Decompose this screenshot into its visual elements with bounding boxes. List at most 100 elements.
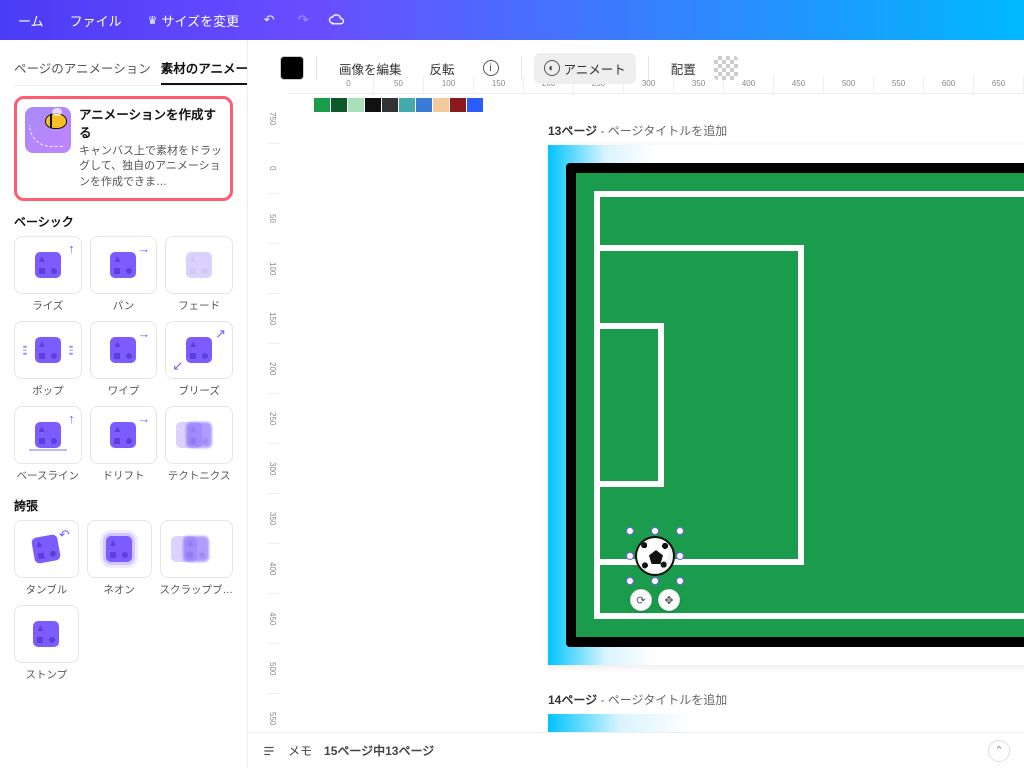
animation-ストンプ[interactable]: ストンプ xyxy=(14,605,79,682)
chevron-up-icon[interactable]: ⌃ xyxy=(988,740,1010,762)
move-button[interactable]: ✥ xyxy=(658,589,680,611)
resize-handle[interactable] xyxy=(676,552,684,560)
notes-icon xyxy=(262,744,276,758)
ruler-tick: 750 xyxy=(268,94,280,144)
menu-resize[interactable]: ♛ サイズを変更 xyxy=(138,5,250,36)
page-13-title: ページタイトルを追加 xyxy=(608,124,728,138)
animation-ライズ[interactable]: ↑ライズ xyxy=(14,236,82,313)
soccer-field[interactable]: ⟳ ✥ xyxy=(566,163,1024,647)
ruler-tick: 450 xyxy=(774,76,824,93)
pages-scroll[interactable]: 13ページ - ページタイトルを追加 xyxy=(292,96,1024,732)
callout-thumbnail xyxy=(25,107,71,153)
callout-title: アニメーションを作成する xyxy=(79,107,222,142)
animation-ポップ[interactable]: ポップ xyxy=(14,321,82,398)
animation-パン[interactable]: →パン xyxy=(90,236,158,313)
animation-label: ストンプ xyxy=(14,667,79,682)
menu-file[interactable]: ファイル xyxy=(60,5,132,36)
soccer-ball-selected[interactable]: ⟳ ✥ xyxy=(630,531,680,581)
exaggerate-animations-grid: ↶タンブルネオンスクラップブ… ストンプ xyxy=(14,520,233,682)
resize-handle[interactable] xyxy=(626,527,634,535)
animation-label: スクラップブ… xyxy=(160,582,234,597)
animation-ネオン[interactable]: ネオン xyxy=(87,520,152,597)
page-13-canvas[interactable]: ⟳ ✥ 11 xyxy=(548,145,1024,665)
animation-label: ポップ xyxy=(14,383,82,398)
resize-handle[interactable] xyxy=(626,552,634,560)
animation-ベースライン[interactable]: ↑ベースライン xyxy=(14,406,82,483)
ruler-tick: 300 xyxy=(268,444,280,494)
canvas-area: 050100150200250300350400450500550600650 … xyxy=(248,40,1024,732)
animate-button[interactable]: ◐アニメート xyxy=(534,53,636,84)
page-13-label[interactable]: 13ページ - ページタイトルを追加 xyxy=(548,122,1024,139)
ruler-tick: 100 xyxy=(268,244,280,294)
panel-tabs: ページのアニメーション 素材のアニメーシ… › xyxy=(14,52,233,86)
animation-label: フェード xyxy=(165,298,233,313)
animation-panel: ページのアニメーション 素材のアニメーシ… › アニメーションを作成する キャン… xyxy=(0,40,248,768)
context-toolbar: 画像を編集 反転 i ◐アニメート 配置 xyxy=(280,48,738,88)
resize-handle[interactable] xyxy=(651,527,659,535)
resize-handle[interactable] xyxy=(651,577,659,585)
divider xyxy=(521,56,522,80)
animation-label: ブリーズ xyxy=(165,383,233,398)
app-menubar: ーム ファイル ♛ サイズを変更 ↶ ↷ xyxy=(0,0,1024,40)
section-basic-heading: ベーシック xyxy=(14,213,233,230)
animation-label: ライズ xyxy=(14,298,82,313)
flip-button[interactable]: 反転 xyxy=(420,53,465,84)
create-animation-callout[interactable]: アニメーションを作成する キャンバス上で素材をドラッグして、独自のアニメーション… xyxy=(14,96,233,201)
redo-icon[interactable]: ↷ xyxy=(293,10,313,30)
color-swatch[interactable] xyxy=(280,56,304,80)
resize-handle[interactable] xyxy=(626,577,634,585)
animation-label: テクトニクス xyxy=(165,468,233,483)
animation-label: タンブル xyxy=(14,582,79,597)
ruler-tick: 150 xyxy=(268,294,280,344)
ruler-tick: 550 xyxy=(268,694,280,732)
page-14-label[interactable]: 14ページ - ページタイトルを追加 xyxy=(548,691,1024,708)
page-14-number: 14ページ xyxy=(548,693,597,707)
animation-label: ドリフト xyxy=(90,468,158,483)
info-button[interactable]: i xyxy=(473,54,509,82)
tab-element-animation[interactable]: 素材のアニメーシ… xyxy=(161,52,248,85)
info-icon: i xyxy=(483,60,499,76)
animation-label: ワイプ xyxy=(90,383,158,398)
tab-page-animation[interactable]: ページのアニメーション xyxy=(14,52,151,85)
ruler-tick: 500 xyxy=(268,644,280,694)
animation-タンブル[interactable]: ↶タンブル xyxy=(14,520,79,597)
resize-handle[interactable] xyxy=(676,527,684,535)
crown-icon: ♛ xyxy=(148,14,158,27)
page-14-title: ページタイトルを追加 xyxy=(608,693,728,707)
menu-resize-label: サイズを変更 xyxy=(162,11,240,30)
animation-ドリフト[interactable]: →ドリフト xyxy=(90,406,158,483)
callout-text: アニメーションを作成する キャンバス上で素材をドラッグして、独自のアニメーション… xyxy=(79,107,222,190)
position-button[interactable]: 配置 xyxy=(661,53,706,84)
animate-icon: ◐ xyxy=(544,60,560,76)
undo-icon[interactable]: ↶ xyxy=(259,10,279,30)
ruler-tick: 0 xyxy=(268,144,280,194)
bee-icon xyxy=(45,113,67,129)
animation-スクラップブ…[interactable]: スクラップブ… xyxy=(160,520,234,597)
animation-ワイプ[interactable]: →ワイプ xyxy=(90,321,158,398)
menu-home[interactable]: ーム xyxy=(8,5,54,36)
notes-button[interactable]: メモ xyxy=(288,742,312,759)
divider xyxy=(316,56,317,80)
ruler-tick: 350 xyxy=(268,494,280,544)
ruler-tick: 400 xyxy=(268,544,280,594)
ruler-tick: 450 xyxy=(268,594,280,644)
page-14-canvas[interactable] xyxy=(548,714,1024,732)
ruler-tick: 650 xyxy=(974,76,1024,93)
edit-image-button[interactable]: 画像を編集 xyxy=(329,53,412,84)
footer-bar: メモ 15ページ中13ページ ⌃ xyxy=(248,732,1024,768)
animation-フェード[interactable]: フェード xyxy=(165,236,233,313)
soccer-ball-icon xyxy=(635,536,675,576)
callout-body: キャンバス上で素材をドラッグして、独自のアニメーションを作成できま… xyxy=(79,145,222,188)
animate-label: アニメート xyxy=(564,59,626,78)
ruler-tick: 550 xyxy=(874,76,924,93)
transparency-button[interactable] xyxy=(714,56,738,80)
animation-ブリーズ[interactable]: ↗↙ブリーズ xyxy=(165,321,233,398)
rotate-button[interactable]: ⟳ xyxy=(630,589,652,611)
ruler-tick: 600 xyxy=(924,76,974,93)
animation-テクトニクス[interactable]: テクトニクス xyxy=(165,406,233,483)
animation-label: ベースライン xyxy=(14,468,82,483)
resize-handle[interactable] xyxy=(676,577,684,585)
page-counter: 15ページ中13ページ xyxy=(324,742,434,759)
cloud-sync-icon[interactable] xyxy=(327,10,347,30)
animation-label: パン xyxy=(90,298,158,313)
